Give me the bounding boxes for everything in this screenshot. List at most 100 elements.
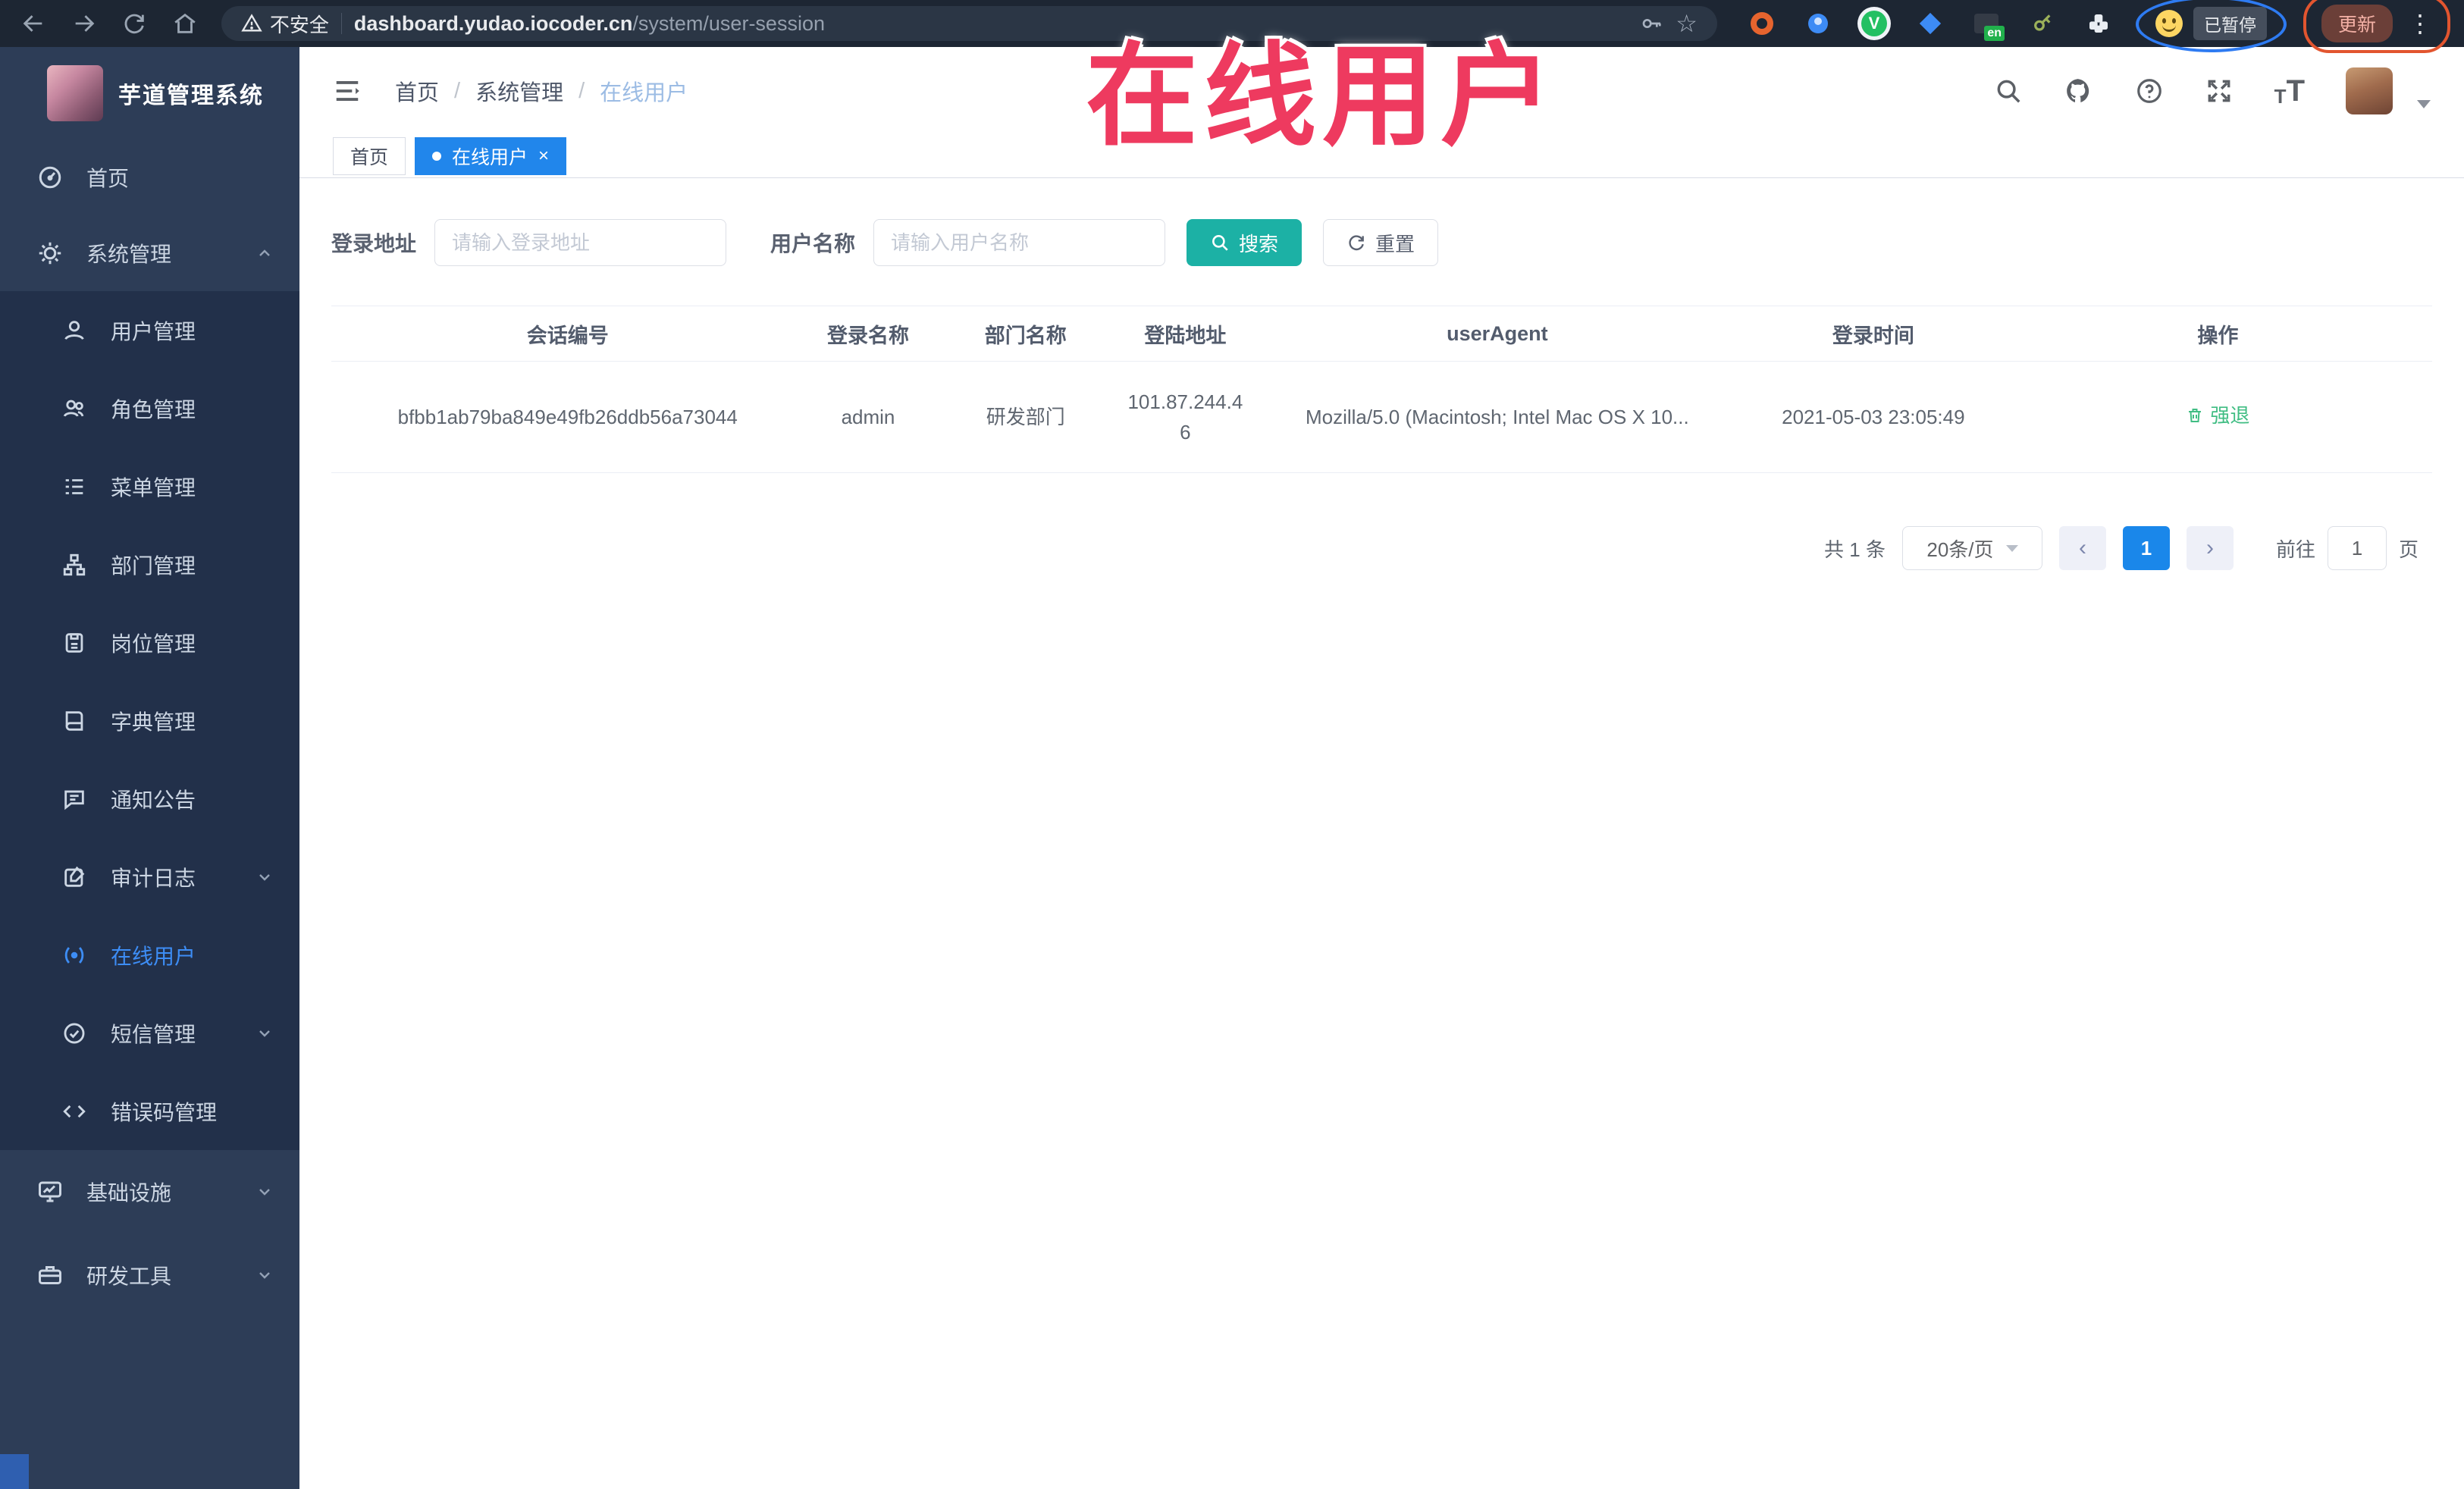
search-icon[interactable] [1994, 77, 2023, 105]
breadcrumb-system[interactable]: 系统管理 [475, 75, 563, 107]
page-size-value: 20条/页 [1926, 538, 1994, 561]
security-warning[interactable]: 不安全 [241, 10, 329, 38]
sidebar-toggle-icon[interactable] [333, 77, 362, 105]
github-icon[interactable] [2064, 76, 2094, 106]
extension-icon-key[interactable] [2028, 9, 2057, 38]
search-button-label: 搜索 [1239, 232, 1279, 255]
key-icon[interactable] [1639, 11, 1663, 36]
font-size-icon[interactable]: TT [2274, 74, 2305, 108]
extensions-puzzle-icon[interactable] [2084, 9, 2113, 38]
chevron-down-icon [255, 1024, 274, 1042]
sidebar-item-label: 审计日志 [111, 866, 196, 890]
help-icon[interactable] [2135, 77, 2164, 105]
sidebar-item-label: 通知公告 [111, 788, 196, 812]
corner-accent-square [0, 1454, 29, 1489]
reset-button-label: 重置 [1375, 232, 1415, 255]
sidebar-item-system[interactable]: 系统管理 [0, 215, 299, 291]
reset-button[interactable]: 重置 [1323, 219, 1439, 266]
sidebar-logo-row[interactable]: 芋道管理系统 [0, 47, 299, 139]
sidebar-item-notices[interactable]: 通知公告 [0, 760, 299, 838]
filter-form: 登录地址 用户名称 搜索 重置 [331, 219, 2432, 266]
code-icon [59, 1099, 89, 1124]
sidebar-item-audit-log[interactable]: 审计日志 [0, 838, 299, 916]
sessions-table: 会话编号 登录名称 部门名称 登陆地址 userAgent 登录时间 操作 bf… [331, 306, 2432, 473]
goto-label: 前往 [2275, 538, 2315, 561]
address-bar[interactable]: 不安全 dashboard.yudao.iocoder.cn/system/us… [221, 6, 1717, 41]
extension-icon-green-v[interactable]: V [1860, 9, 1889, 38]
col-login-address: 登陆地址 [1119, 306, 1252, 362]
emoji-avatar [2155, 10, 2183, 37]
cell-login-name: admin [804, 361, 933, 473]
goto-page-input[interactable] [2327, 526, 2387, 570]
sidebar-item-home[interactable]: 首页 [0, 139, 299, 215]
browser-menu-icon[interactable]: ⋮ [2408, 11, 2432, 36]
chevron-up-icon [255, 244, 274, 262]
extension-icon-translate[interactable]: en [1972, 9, 2005, 41]
list-icon [59, 474, 89, 500]
sidebar-item-label: 研发工具 [86, 1265, 172, 1288]
paused-badge-label: 已暂停 [2193, 7, 2267, 40]
chevron-down-icon [255, 1266, 274, 1284]
url-path: /system/user-session [632, 11, 825, 35]
profile-paused-badge[interactable]: 已暂停 [2135, 0, 2287, 52]
search-button[interactable]: 搜索 [1187, 219, 1303, 266]
close-icon[interactable]: × [538, 147, 549, 165]
prev-page-button[interactable]: ‹ [2058, 526, 2106, 570]
sidebar-item-label: 系统管理 [86, 243, 172, 266]
page-size-select[interactable]: 20条/页 [1901, 526, 2042, 570]
browser-forward-icon[interactable] [70, 8, 97, 39]
username-label: 用户名称 [770, 232, 856, 255]
breadcrumb-separator: / [454, 78, 461, 103]
dashboard-icon [35, 164, 65, 191]
url-text[interactable]: dashboard.yudao.iocoder.cn/system/user-s… [354, 12, 825, 36]
col-dept-name: 部门名称 [932, 306, 1120, 362]
browser-back-icon[interactable] [20, 8, 47, 39]
sidebar-item-label: 角色管理 [111, 397, 196, 422]
sidebar-item-online-users[interactable]: 在线用户 [0, 916, 299, 994]
sidebar-item-menus[interactable]: 菜单管理 [0, 447, 299, 525]
header-actions: TT [1994, 67, 2431, 114]
cell-dept-name: 研发部门 [932, 361, 1120, 473]
page-unit-label: 页 [2398, 538, 2419, 561]
sidebar-item-dictionary[interactable]: 字典管理 [0, 682, 299, 760]
avatar[interactable] [2346, 67, 2393, 114]
announcement-icon [59, 786, 89, 812]
current-page-button[interactable]: 1 [2122, 526, 2170, 570]
app-logo [47, 65, 103, 121]
bookmark-star-icon[interactable]: ☆ [1676, 11, 1698, 36]
sidebar-item-sms[interactable]: 短信管理 [0, 994, 299, 1072]
avatar-caret-icon[interactable] [2417, 99, 2431, 108]
extension-icon-orange[interactable] [1748, 9, 1776, 38]
sidebar-item-posts[interactable]: 岗位管理 [0, 603, 299, 682]
tab-home[interactable]: 首页 [333, 137, 406, 175]
breadcrumb-home[interactable]: 首页 [395, 75, 439, 107]
extension-icon-blue-pin[interactable] [1804, 9, 1832, 38]
browser-reload-icon[interactable] [121, 8, 148, 39]
chevron-down-icon [255, 1183, 274, 1201]
browser-home-icon[interactable] [171, 8, 198, 39]
warning-icon [241, 14, 262, 32]
login-address-input[interactable] [434, 219, 727, 266]
sidebar-item-dev-tools[interactable]: 研发工具 [0, 1234, 299, 1317]
sidebar-item-infrastructure[interactable]: 基础设施 [0, 1150, 299, 1234]
pagination-total: 共 1 条 [1824, 538, 1886, 561]
tab-online-users[interactable]: 在线用户 × [415, 137, 567, 175]
extension-icon-blue-diamond[interactable] [1916, 9, 1945, 38]
update-button[interactable]: 更新 [2321, 5, 2393, 42]
sidebar-item-departments[interactable]: 部门管理 [0, 525, 299, 603]
org-tree-icon [59, 552, 89, 578]
sidebar-item-label: 短信管理 [111, 1022, 196, 1046]
username-input[interactable] [873, 219, 1166, 266]
fullscreen-icon[interactable] [2205, 77, 2234, 105]
pagination-goto: 前往 页 [2276, 526, 2419, 570]
sidebar-item-roles[interactable]: 角色管理 [0, 369, 299, 447]
online-users-icon [59, 942, 89, 968]
sidebar-item-error-codes[interactable]: 错误码管理 [0, 1072, 299, 1150]
search-icon [1212, 235, 1228, 251]
user-icon [59, 318, 89, 343]
col-actions: 操作 [2003, 306, 2432, 362]
sidebar-item-users[interactable]: 用户管理 [0, 291, 299, 369]
next-page-button[interactable]: › [2186, 526, 2234, 570]
force-logout-button[interactable]: 强退 [2186, 400, 2249, 431]
sidebar-item-label: 菜单管理 [111, 475, 196, 500]
